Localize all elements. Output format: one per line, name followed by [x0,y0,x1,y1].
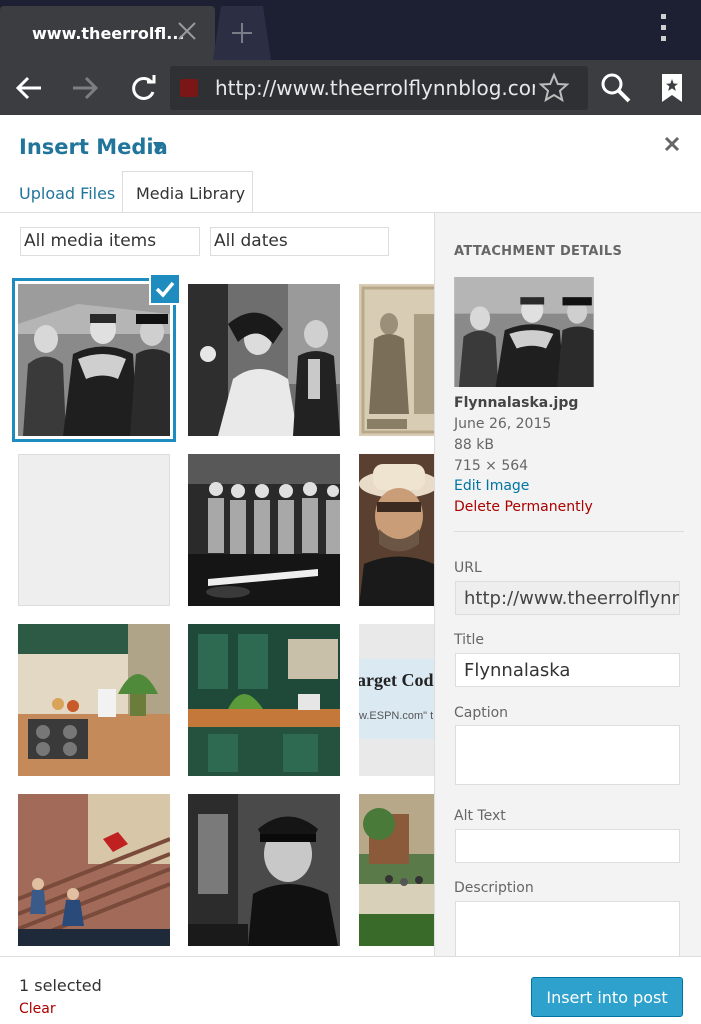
address-bar[interactable]: http://www.theerrolflynnblog.con [170,66,588,110]
attachment-image [188,624,340,776]
search-icon[interactable] [598,70,634,106]
attachment-preview [454,277,594,387]
attachment-image [188,794,340,946]
attachment-preview-image [454,277,594,387]
attachment-thumbnail[interactable] [188,454,340,606]
close-icon[interactable] [174,18,200,44]
selection-count: 1 selected [19,976,102,995]
attachment-thumbnail[interactable]: arget Code w.ESPN.com" t [359,624,434,776]
url-label: URL [454,560,482,576]
selected-check-icon[interactable] [149,273,181,305]
insert-into-post-button[interactable]: Insert into post [531,977,683,1017]
new-tab-icon[interactable] [213,6,271,60]
tab-upload-files[interactable]: Upload Files [19,184,115,203]
edit-image-link[interactable]: Edit Image [454,478,529,494]
site-favicon-icon [180,79,198,97]
browser-tab-bar: www.theerrolfl... [0,0,701,60]
attachment-image [359,284,434,436]
attachment-thumbnail[interactable] [188,284,340,436]
attachment-image: arget Code w.ESPN.com" t [359,624,434,776]
title-label: Title [454,632,485,648]
tab-media-library[interactable]: Media Library [122,171,253,213]
attachment-image [188,454,340,606]
attachment-thumbnail[interactable] [188,794,340,946]
delete-permanently-link[interactable]: Delete Permanently [454,499,593,515]
url-text: http://www.theerrolflynnblog.con [215,76,535,100]
description-label: Description [454,880,534,896]
back-icon[interactable] [11,70,47,106]
details-divider [454,531,684,532]
media-type-filter[interactable]: All media items [20,227,200,256]
media-browser: All media items All dates arget Cod w.ES… [0,213,434,956]
attachment-image [18,624,170,776]
clear-selection-link[interactable]: Clear [19,1001,56,1017]
browser-toolbar: http://www.theerrolflynnblog.con [0,60,701,115]
close-icon[interactable] [660,132,684,156]
target-code-text: arget Code [359,670,434,690]
attachment-date: June 26, 2015 [454,416,552,432]
chevron-down-icon[interactable]: ▼ [153,139,164,155]
modal-footer: 1 selected Clear Insert into post [0,956,701,1024]
forward-icon[interactable] [67,70,103,106]
attachment-thumbnail[interactable] [359,794,434,946]
attachment-dimensions: 715 × 564 [454,458,529,474]
title-field[interactable]: Flynnalaska [455,653,680,687]
caption-field[interactable] [455,725,680,785]
attachment-size: 88 kB [454,437,494,453]
attachment-image [359,454,434,606]
attachment-thumbnail-placeholder[interactable] [18,454,170,606]
tab-title: www.theerrolfl... [32,24,185,43]
attachment-details-sidebar: ATTACHMENT DETAILS Flynnalaska.jpg June … [434,213,701,956]
menu-icon[interactable] [655,13,673,43]
reload-icon[interactable] [125,70,161,106]
attachment-filename: Flynnalaska.jpg [454,395,579,411]
alt-text-field[interactable] [455,829,680,863]
attachment-image [18,284,170,436]
date-filter[interactable]: All dates [210,227,389,256]
attachment-thumbnail[interactable] [18,794,170,946]
attachment-details-heading: ATTACHMENT DETAILS [454,244,623,259]
caption-label: Caption [454,705,509,721]
star-icon[interactable] [538,72,570,104]
espn-text: w.ESPN.com" t [359,710,433,722]
modal-header: Insert Media ▼ Upload Files Media Librar… [0,115,701,213]
attachment-thumbnail[interactable] [18,624,170,776]
bookmarks-icon[interactable] [654,70,690,106]
attachment-thumbnail[interactable] [359,284,434,436]
alt-text-label: Alt Text [454,808,506,824]
url-field[interactable]: http://www.theerrolflynn [455,581,680,615]
attachment-thumbnail[interactable] [359,454,434,606]
description-field[interactable] [455,901,680,956]
attachment-image [188,284,340,436]
browser-tab[interactable]: www.theerrolfl... [0,6,215,60]
attachment-thumbnail[interactable] [188,624,340,776]
attachment-image [18,794,170,946]
modal-title[interactable]: Insert Media [19,135,168,159]
attachment-image [359,794,434,946]
attachment-thumbnail[interactable] [18,284,170,436]
